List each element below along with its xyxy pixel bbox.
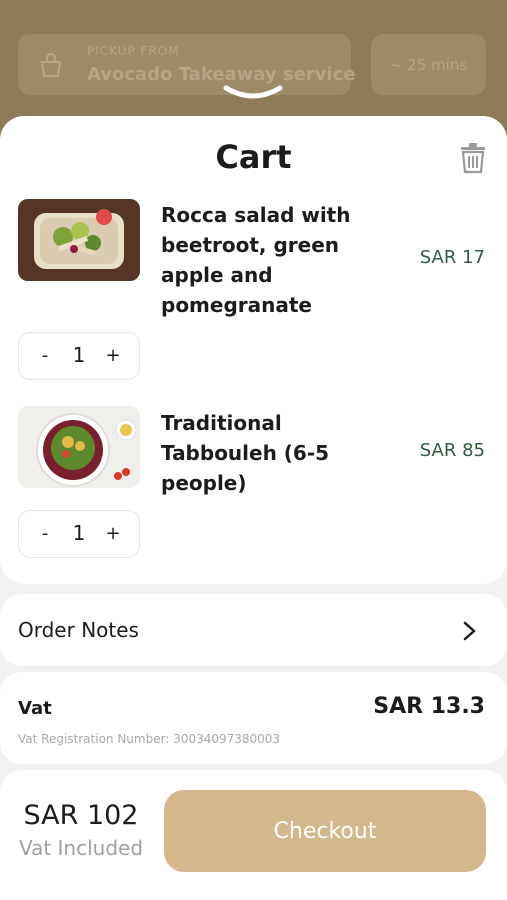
increase-quantity-button[interactable]: +	[101, 523, 125, 544]
checkout-footer: SAR 102 Vat Included Checkout	[0, 770, 507, 900]
time-estimate[interactable]: ~ 25 mins	[371, 34, 486, 95]
order-total: SAR 102	[23, 800, 139, 831]
quantity-value: 1	[72, 521, 86, 545]
tabbouleh-image	[18, 406, 140, 488]
order-notes-row[interactable]: Order Notes	[0, 594, 507, 666]
item-name: Traditional Tabbouleh (6-5 people)	[161, 411, 330, 495]
item-price: SAR 17	[419, 247, 485, 268]
salad-image	[18, 199, 140, 281]
decrease-quantity-button[interactable]: -	[33, 523, 57, 544]
checkout-button[interactable]: Checkout	[164, 790, 486, 872]
shopping-bag-icon	[40, 53, 62, 77]
cart-title: Cart	[215, 138, 292, 176]
trash-icon[interactable]	[458, 142, 488, 174]
item-name: Rocca salad with beetroot, green apple a…	[161, 203, 351, 317]
chevron-down-icon[interactable]	[222, 84, 284, 102]
pickup-label: PICKUP FROM	[87, 44, 180, 58]
decrease-quantity-button[interactable]: -	[33, 345, 57, 366]
cart-card: Cart Rocca salad with beetroot, green ap…	[0, 116, 507, 584]
vat-label: Vat	[18, 698, 52, 719]
top-header: PICKUP FROM Avocado Takeaway service ~ 2…	[0, 0, 507, 130]
vat-included-label: Vat Included	[18, 836, 144, 860]
order-notes-label: Order Notes	[18, 618, 139, 642]
pickup-store-name: Avocado Takeaway service	[87, 64, 356, 85]
item-price: SAR 85	[419, 440, 485, 461]
chevron-right-icon	[463, 621, 476, 641]
vat-amount: SAR 13.3	[373, 694, 485, 719]
quantity-value: 1	[72, 343, 86, 367]
cart-sheet: Cart Rocca salad with beetroot, green ap…	[0, 116, 507, 900]
quantity-stepper: - 1 +	[18, 510, 140, 558]
pickup-selector[interactable]: PICKUP FROM Avocado Takeaway service	[18, 34, 355, 95]
vat-card: Vat SAR 13.3 Vat Registration Number: 30…	[0, 672, 507, 764]
vat-registration-number: Vat Registration Number: 30034097380003	[18, 732, 281, 746]
quantity-stepper: - 1 +	[18, 332, 140, 380]
increase-quantity-button[interactable]: +	[101, 345, 125, 366]
